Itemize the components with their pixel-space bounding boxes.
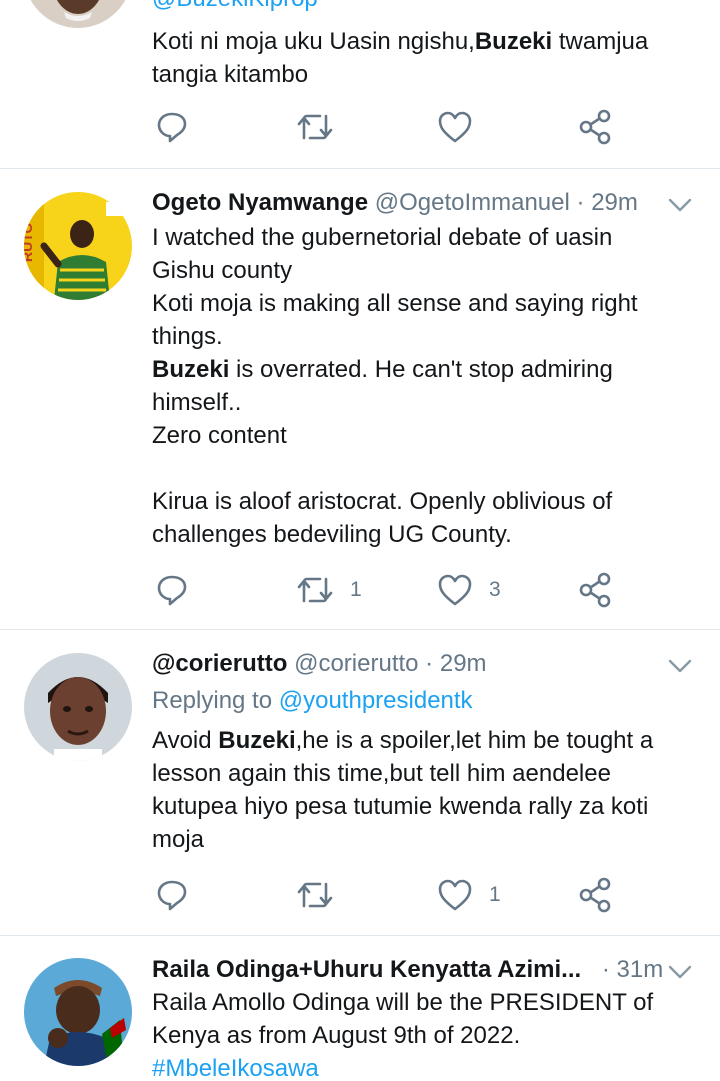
- retweet-icon: [297, 577, 333, 603]
- svg-text:RUTO: RUTO: [24, 222, 35, 262]
- text-line: Gishu county: [152, 257, 293, 284]
- timestamp[interactable]: 29m: [440, 650, 487, 677]
- like-button[interactable]: 1: [437, 875, 501, 915]
- tweet-text: Raila Amollo Odinga will be the PRESIDEN…: [152, 986, 692, 1081]
- retweet-icon: [297, 882, 333, 908]
- text-line: kutupea hiyo pesa tutumie kwenda rally z…: [152, 793, 649, 820]
- avatar[interactable]: [24, 0, 132, 28]
- tweet-text: Koti ni moja uku Uasin ngishu,Buzeki twa…: [152, 25, 692, 91]
- reply-button[interactable]: [155, 875, 189, 915]
- hashtag-link[interactable]: #MbeleIkosawa: [152, 1055, 319, 1081]
- tweet-actions: [0, 107, 720, 147]
- retweet-button[interactable]: 1: [296, 570, 362, 610]
- tweet-header: Ogeto Nyamwange @OgetoImmanuel · 29m: [152, 186, 696, 220]
- timestamp[interactable]: 31m: [617, 956, 664, 983]
- text-line: Avoid Buzeki,he is a spoiler,let him be …: [152, 727, 654, 754]
- text-line: Buzeki is overrated. He can't stop admir…: [152, 356, 613, 383]
- share-icon: [579, 572, 611, 608]
- display-name[interactable]: Raila Odinga+Uhuru Kenyatta Azimi...: [152, 956, 581, 983]
- reply-icon: [157, 880, 187, 911]
- tweet-1[interactable]: @BuzekiKiprop Koti ni moja uku Uasin ngi…: [0, 0, 720, 169]
- text-line: #MbeleIkosawa: [152, 1052, 692, 1081]
- chevron-down-icon[interactable]: [668, 965, 692, 979]
- share-icon: [579, 877, 611, 913]
- tweet-header: @corierutto @corierutto · 29m: [152, 647, 696, 681]
- text-line: challenges bedeviling UG County.: [152, 521, 512, 548]
- retweet-button[interactable]: [296, 875, 334, 915]
- text-line: Koti moja is making all sense and saying…: [152, 290, 638, 317]
- retweet-icon: [297, 114, 333, 140]
- share-button[interactable]: [578, 107, 612, 147]
- separator: ·: [425, 650, 434, 677]
- tweet-actions: 1 3: [0, 570, 720, 610]
- text-line: things.: [152, 323, 223, 350]
- avatar[interactable]: [24, 653, 132, 761]
- handle[interactable]: @OgetoImmanuel: [375, 189, 570, 216]
- tweet-actions: 1: [0, 875, 720, 915]
- timestamp[interactable]: 29m: [591, 189, 638, 216]
- handle[interactable]: @BuzekiKiprop: [152, 0, 318, 12]
- text-line: [152, 452, 692, 485]
- tweet-text: Avoid Buzeki,he is a spoiler,let him be …: [152, 724, 692, 856]
- text-line: Zero content: [152, 422, 287, 449]
- like-icon: [438, 111, 472, 143]
- text-line: I watched the gubernetorial debate of ua…: [152, 224, 613, 251]
- tweet-text: I watched the gubernetorial debate of ua…: [152, 221, 692, 551]
- separator: ·: [601, 956, 610, 983]
- text-line: himself..: [152, 389, 242, 416]
- share-icon: [579, 109, 611, 145]
- text-line: lesson again this time,but tell him aend…: [152, 760, 611, 787]
- retweet-button[interactable]: [296, 107, 334, 147]
- like-count: 1: [489, 883, 501, 906]
- chevron-down-icon[interactable]: [668, 198, 692, 212]
- handle[interactable]: @corierutto: [294, 650, 418, 677]
- text-line: Raila Amollo Odinga will be the PRESIDEN…: [152, 989, 654, 1016]
- tweet-4[interactable]: Raila Odinga+Uhuru Kenyatta Azimi... · 3…: [0, 936, 720, 1081]
- retweet-count: 1: [350, 578, 362, 601]
- reply-icon: [157, 575, 187, 606]
- share-button[interactable]: [578, 570, 612, 610]
- like-button[interactable]: 3: [437, 570, 501, 610]
- text-line: tangia kitambo: [152, 61, 309, 88]
- reply-icon: [157, 112, 187, 143]
- chevron-down-icon[interactable]: [668, 659, 692, 673]
- reply-button[interactable]: [155, 570, 189, 610]
- tweet-2[interactable]: RUTO Ogeto Nyamwange @OgetoImmanuel · 29…: [0, 169, 720, 630]
- avatar[interactable]: [24, 958, 132, 1066]
- display-name[interactable]: Ogeto Nyamwange: [152, 189, 368, 216]
- display-name[interactable]: @corierutto: [152, 650, 287, 677]
- replying-to: Replying to @youthpresidentk: [152, 687, 473, 714]
- share-button[interactable]: [578, 875, 612, 915]
- like-button[interactable]: [437, 107, 473, 147]
- text-line: moja: [152, 826, 205, 853]
- text-line: Kenya as from August 9th of 2022.: [152, 1022, 521, 1049]
- separator: ·: [576, 189, 585, 216]
- text-line: Koti ni moja uku Uasin ngishu,Buzeki twa…: [152, 28, 649, 55]
- tweet-handle-partial: @BuzekiKiprop: [152, 0, 696, 16]
- tweet-3[interactable]: @corierutto @corierutto · 29m Replying t…: [0, 630, 720, 936]
- reply-button[interactable]: [155, 107, 189, 147]
- like-icon: [438, 879, 472, 911]
- like-count: 3: [489, 578, 501, 601]
- tweet-header: Raila Odinga+Uhuru Kenyatta Azimi... · 3…: [152, 953, 696, 987]
- replying-to-handle[interactable]: @youthpresidentk: [279, 687, 473, 714]
- text-line: Kirua is aloof aristocrat. Openly oblivi…: [152, 488, 613, 515]
- avatar[interactable]: RUTO: [24, 192, 132, 300]
- like-icon: [438, 574, 472, 606]
